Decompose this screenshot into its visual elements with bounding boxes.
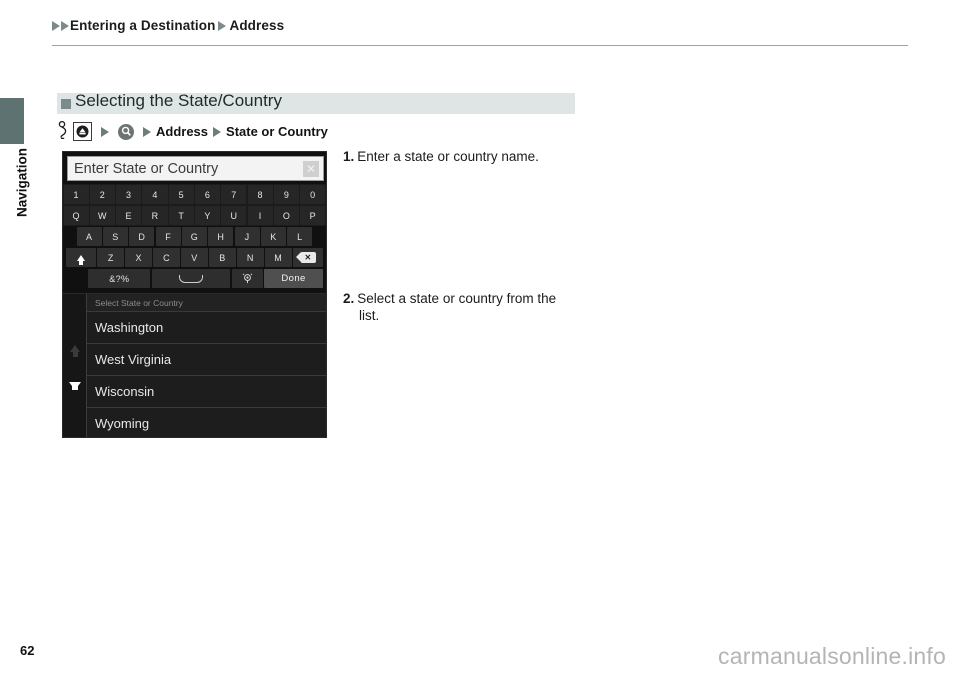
list-scroll-gutter (63, 294, 86, 437)
key-3[interactable]: 3 (116, 185, 142, 204)
keyboard-row-home: A S D F G H J K L (63, 226, 326, 247)
keyboard-rows: 1 2 3 4 5 6 7 8 9 0 Q W E R T Y U I O P … (63, 184, 326, 289)
state-or-country-input[interactable]: Enter State or Country ✕ (67, 156, 324, 181)
breadcrumb-triangle-icon (218, 20, 227, 31)
key-u[interactable]: U (221, 206, 247, 225)
key-2[interactable]: 2 (89, 185, 115, 204)
key-m[interactable]: M (264, 248, 292, 267)
key-1[interactable]: 1 (63, 185, 89, 204)
key-o[interactable]: O (273, 206, 300, 225)
list-item[interactable]: Wyoming (87, 407, 326, 437)
key-x[interactable]: X (125, 248, 153, 267)
voice-input-key[interactable] (231, 269, 263, 288)
scroll-up-arrow-icon[interactable] (70, 345, 80, 357)
keyboard-screen: Enter State or Country ✕ 1 2 3 4 5 6 7 8… (62, 151, 327, 294)
keyboard-row-numbers: 1 2 3 4 5 6 7 8 9 0 (63, 184, 326, 205)
key-4[interactable]: 4 (142, 185, 168, 204)
key-w[interactable]: W (89, 206, 115, 225)
step-number: 1. (343, 149, 355, 164)
key-7[interactable]: 7 (221, 185, 247, 204)
backspace-key[interactable]: ✕ (292, 248, 324, 267)
step-text: Enter a state or country name. (357, 149, 539, 164)
key-g[interactable]: G (181, 227, 208, 246)
breadcrumb: Entering a Destination Address (52, 18, 284, 33)
key-8[interactable]: 8 (247, 185, 273, 204)
shift-key[interactable] (65, 248, 97, 267)
page-number: 62 (20, 643, 35, 658)
hand-press-icon (58, 120, 69, 142)
section-header-band: Selecting the State/Country (57, 91, 575, 114)
path-triangle-icon (101, 126, 109, 137)
breadcrumb-triangle-icon (52, 20, 60, 31)
list-body: Select State or Country Washington West … (86, 294, 326, 437)
key-a[interactable]: A (76, 227, 102, 246)
key-k[interactable]: K (260, 227, 287, 246)
key-b[interactable]: B (209, 248, 236, 267)
key-i[interactable]: I (247, 206, 273, 225)
key-5[interactable]: 5 (168, 185, 194, 204)
key-j[interactable]: J (234, 227, 260, 246)
breadcrumb-triangle-icon (61, 20, 69, 31)
keyboard-row-function: &?% Done (63, 268, 326, 289)
keyboard-row-qwerty: Q W E R T Y U I O P (63, 205, 326, 226)
nav-path-item-address[interactable]: Address (156, 124, 208, 139)
backspace-icon: ✕ (295, 252, 316, 263)
watermark: carmanualsonline.info (718, 643, 946, 669)
clear-input-button[interactable]: ✕ (303, 161, 319, 177)
key-f[interactable]: F (155, 227, 181, 246)
voice-input-icon (242, 273, 252, 284)
key-h[interactable]: H (208, 227, 234, 246)
key-e[interactable]: E (116, 206, 142, 225)
navigation-path: Address State or Country (58, 120, 328, 142)
step-text-continued: list. (359, 308, 380, 323)
section-bullet-icon (61, 99, 71, 109)
step-text: Select a state or country from the (357, 291, 557, 306)
key-d[interactable]: D (129, 227, 155, 246)
key-z[interactable]: Z (97, 248, 125, 267)
search-magnifier-icon[interactable] (118, 123, 134, 140)
shift-arrow-icon (76, 254, 85, 265)
key-0[interactable]: 0 (300, 185, 326, 204)
scroll-down-arrow-icon[interactable] (69, 382, 81, 390)
list-item[interactable]: Washington (87, 311, 326, 343)
space-key[interactable] (151, 269, 231, 288)
header-divider (52, 45, 908, 46)
key-r[interactable]: R (142, 206, 168, 225)
key-s[interactable]: S (102, 227, 129, 246)
instruction-step-1: 1. Enter a state or country name. (343, 148, 593, 165)
home-button-icon[interactable] (73, 122, 92, 141)
breadcrumb-item-entering-a-destination[interactable]: Entering a Destination (70, 18, 215, 33)
key-c[interactable]: C (153, 248, 180, 267)
step-number: 2. (343, 291, 355, 306)
key-9[interactable]: 9 (273, 185, 300, 204)
space-bar-icon (178, 274, 203, 283)
key-q[interactable]: Q (63, 206, 89, 225)
symbols-key[interactable]: &?% (88, 269, 151, 288)
input-placeholder-text: Enter State or Country (74, 160, 219, 177)
list-item[interactable]: West Virginia (87, 343, 326, 375)
state-country-list-screen: Select State or Country Washington West … (62, 293, 327, 438)
sidebar-section-label: Navigation (14, 148, 30, 218)
key-t[interactable]: T (168, 206, 194, 225)
key-n[interactable]: N (236, 248, 264, 267)
instruction-step-2: 2. Select a state or country from the lis… (343, 290, 583, 324)
path-triangle-icon (213, 126, 222, 137)
breadcrumb-item-address[interactable]: Address (229, 18, 284, 33)
key-v[interactable]: V (181, 248, 208, 267)
keyboard-row-bottom: Z X C V B N M ✕ (63, 247, 326, 268)
key-p[interactable]: P (300, 206, 326, 225)
key-6[interactable]: 6 (195, 185, 221, 204)
key-l[interactable]: L (287, 227, 313, 246)
path-triangle-icon (143, 126, 151, 137)
list-header-label: Select State or Country (87, 294, 326, 311)
nav-path-item-state-or-country[interactable]: State or Country (226, 124, 328, 139)
done-button[interactable]: Done (263, 269, 324, 288)
page-title: Selecting the State/Country (75, 91, 282, 110)
list-item[interactable]: Wisconsin (87, 375, 326, 407)
function-row-spacer (66, 269, 87, 288)
key-y[interactable]: Y (195, 206, 221, 225)
